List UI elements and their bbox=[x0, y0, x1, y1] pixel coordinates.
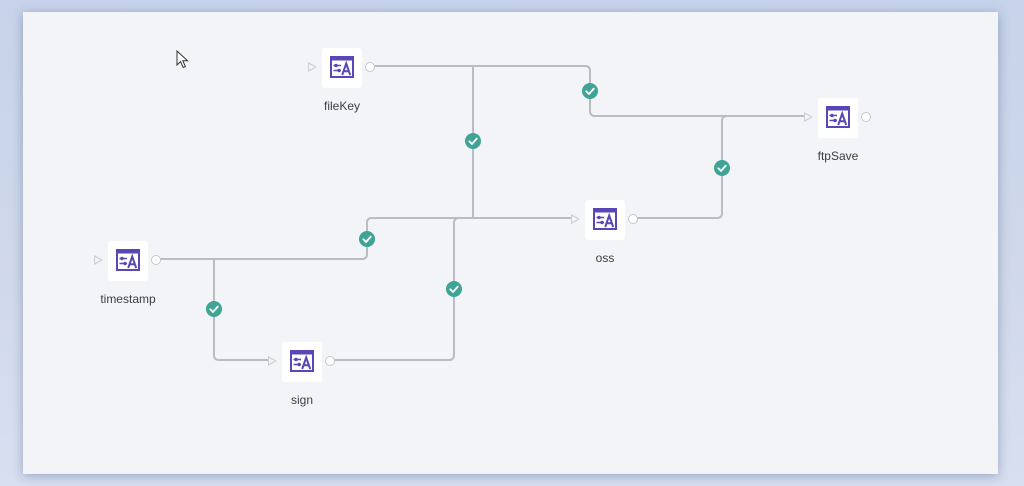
input-port[interactable] bbox=[804, 112, 813, 122]
node-icon-box[interactable] bbox=[818, 98, 858, 138]
variable-assign-icon bbox=[116, 249, 140, 271]
output-port[interactable] bbox=[365, 62, 375, 72]
node-ftpsave[interactable]: ftpSave bbox=[778, 98, 898, 178]
connection-filekey-oss[interactable] bbox=[472, 66, 577, 219]
node-sign[interactable]: sign bbox=[242, 342, 362, 422]
input-port[interactable] bbox=[268, 356, 277, 366]
input-port[interactable] bbox=[308, 62, 317, 72]
mouse-pointer-icon bbox=[176, 50, 189, 69]
variable-assign-icon bbox=[593, 208, 617, 230]
connection-success-check[interactable] bbox=[714, 160, 730, 176]
variable-assign-icon bbox=[826, 106, 850, 128]
check-icon bbox=[585, 87, 595, 95]
node-label: fileKey bbox=[323, 99, 361, 113]
check-icon bbox=[717, 164, 727, 172]
node-icon-box[interactable] bbox=[585, 200, 625, 240]
node-oss[interactable]: oss bbox=[545, 200, 665, 280]
node-timestamp[interactable]: timestamp bbox=[68, 241, 188, 321]
connection-success-check[interactable] bbox=[582, 83, 598, 99]
flow-canvas[interactable]: fileKey ftpSave oss timestamp sign bbox=[23, 12, 998, 474]
check-icon bbox=[449, 285, 459, 293]
input-port[interactable] bbox=[571, 214, 580, 224]
output-port[interactable] bbox=[861, 112, 871, 122]
node-icon-box[interactable] bbox=[322, 48, 362, 88]
check-icon bbox=[209, 305, 219, 313]
variable-assign-icon bbox=[330, 56, 354, 78]
connection-success-check[interactable] bbox=[359, 231, 375, 247]
node-icon-box[interactable] bbox=[108, 241, 148, 281]
output-port[interactable] bbox=[151, 255, 161, 265]
node-label: sign bbox=[290, 393, 313, 407]
check-icon bbox=[468, 137, 478, 145]
node-icon-box[interactable] bbox=[282, 342, 322, 382]
output-port[interactable] bbox=[628, 214, 638, 224]
input-port[interactable] bbox=[94, 255, 103, 265]
connection-success-check[interactable] bbox=[446, 281, 462, 297]
output-port[interactable] bbox=[325, 356, 335, 366]
node-filekey[interactable]: fileKey bbox=[282, 48, 402, 128]
connection-success-check[interactable] bbox=[465, 133, 481, 149]
connection-success-check[interactable] bbox=[206, 301, 222, 317]
node-label: oss bbox=[595, 251, 615, 265]
node-label: ftpSave bbox=[817, 149, 859, 163]
node-label: timestamp bbox=[100, 292, 156, 306]
check-icon bbox=[362, 235, 372, 243]
variable-assign-icon bbox=[290, 350, 314, 372]
